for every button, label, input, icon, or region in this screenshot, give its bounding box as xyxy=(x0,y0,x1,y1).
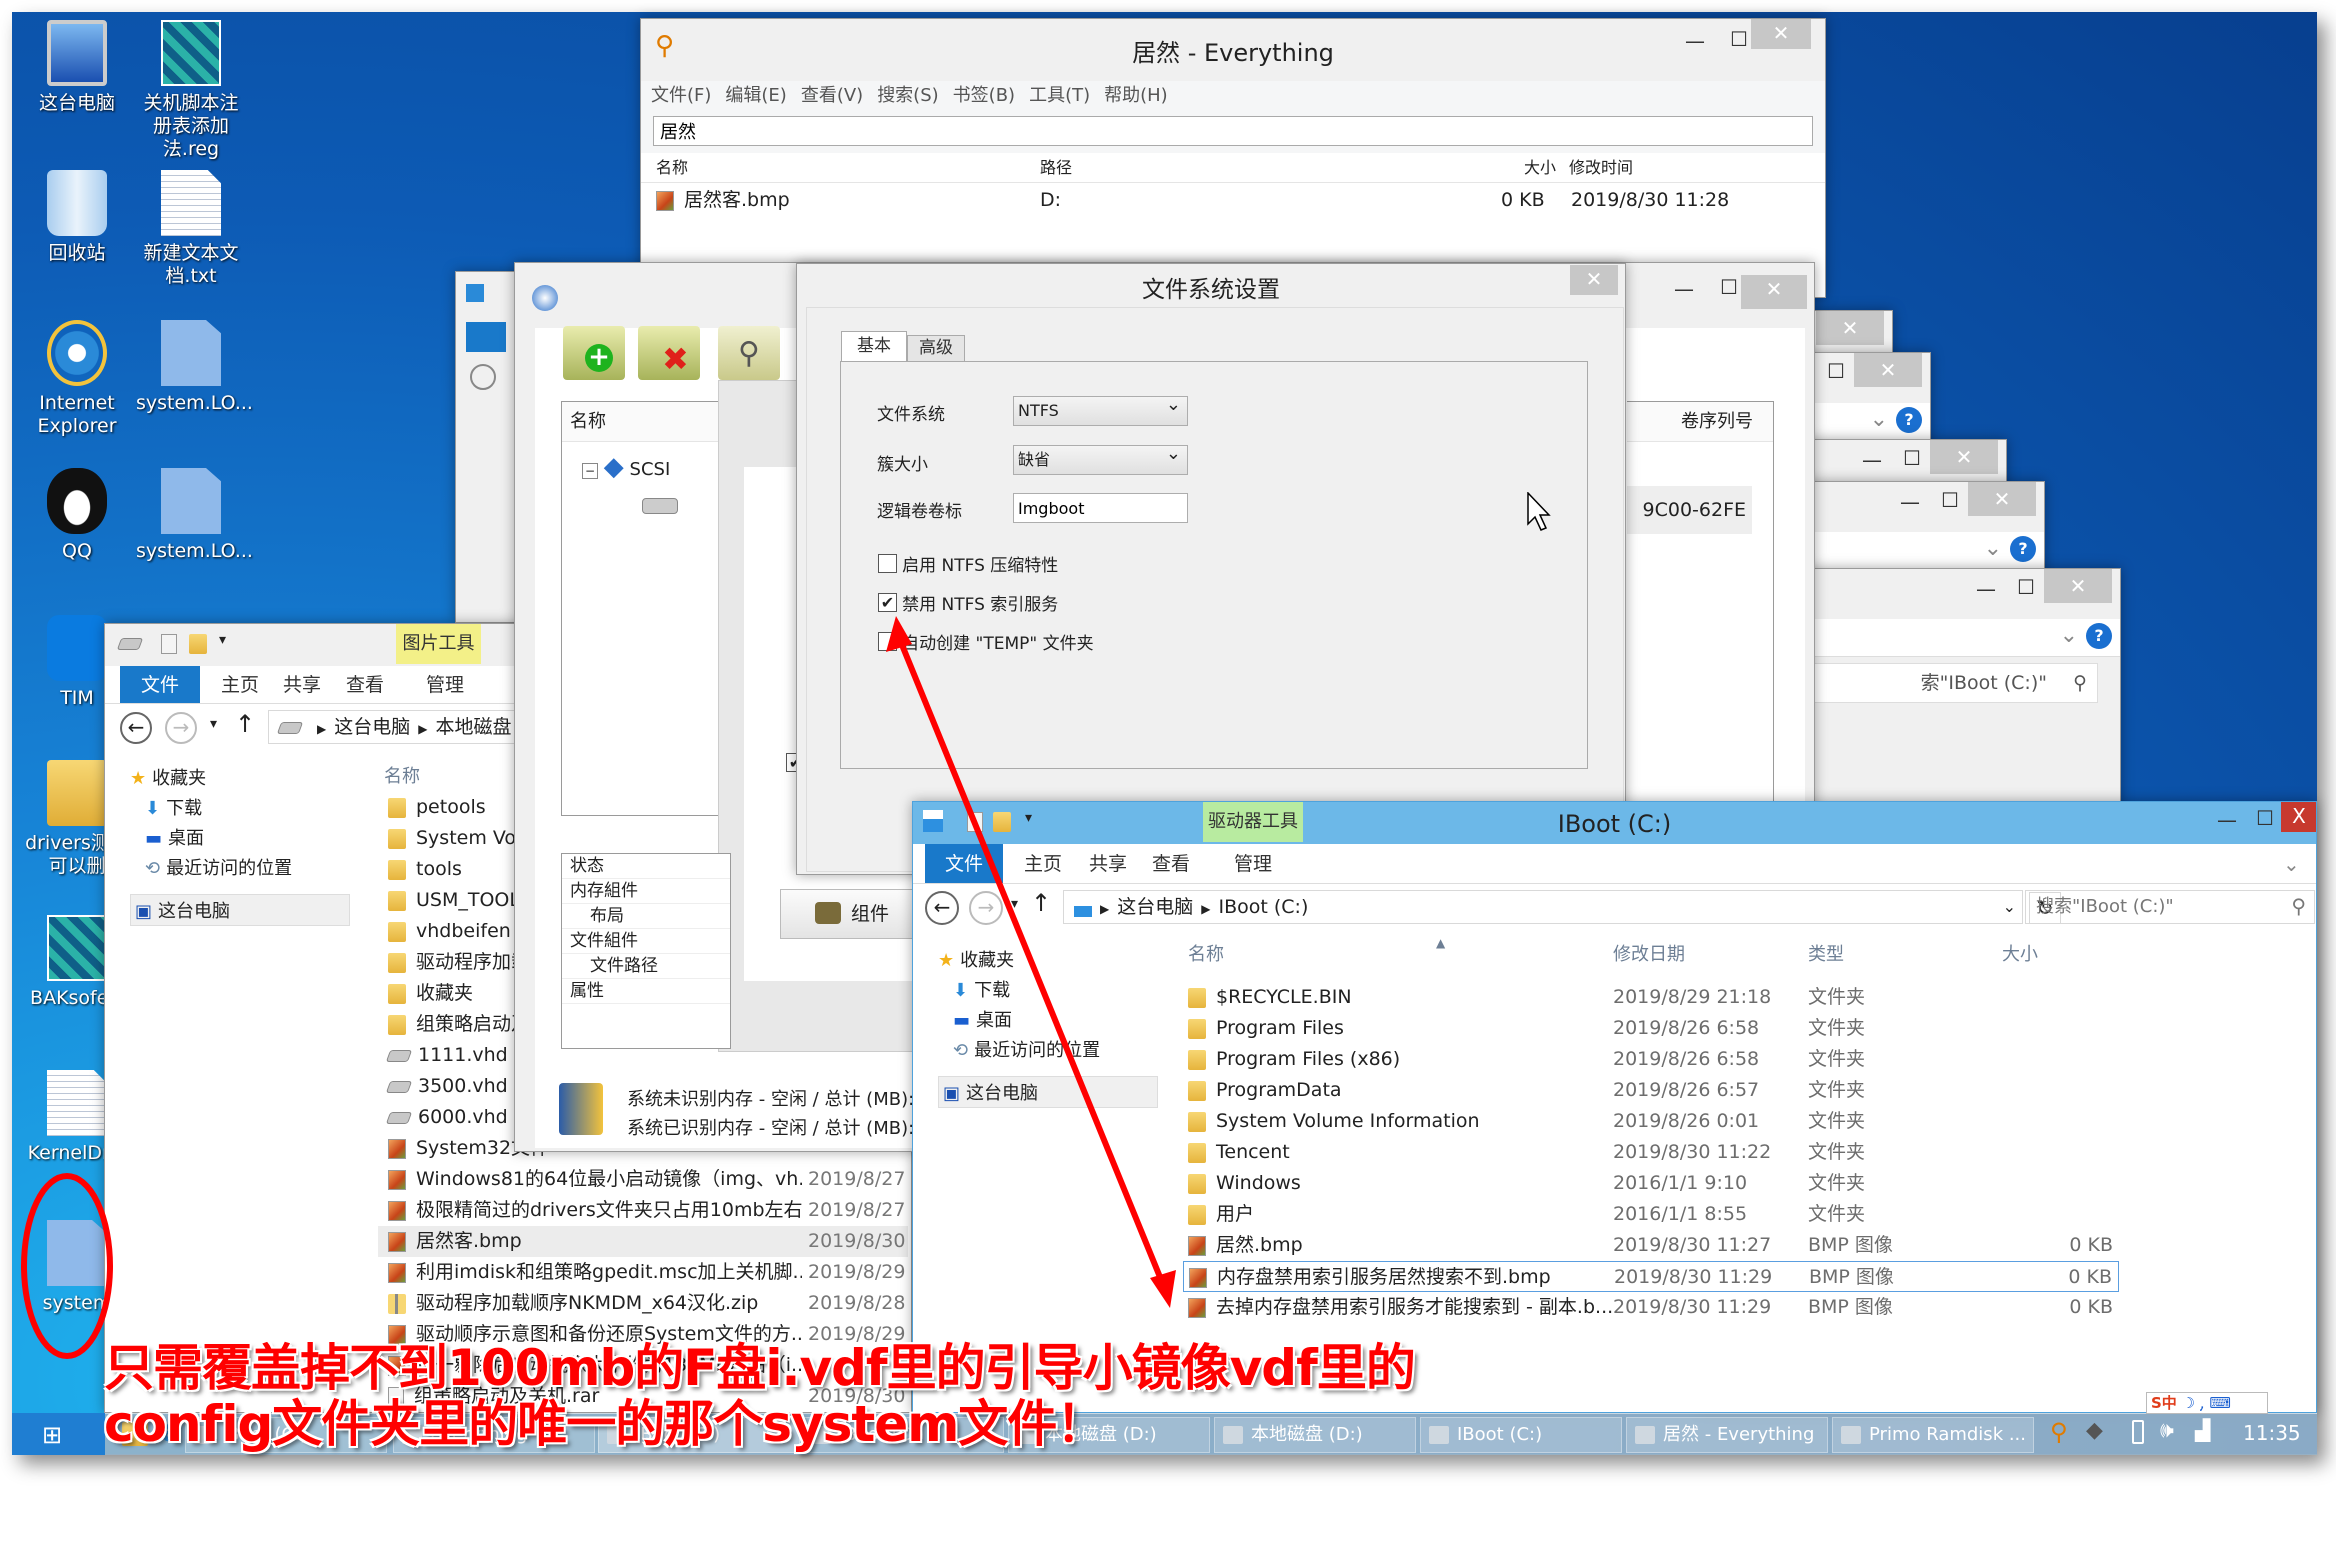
arrow-head-bottom xyxy=(1150,1270,1176,1308)
arrow-head-top xyxy=(886,616,912,652)
annotation-overlay xyxy=(21,616,1176,1359)
annotation-line-2: config文件夹里的唯一的那个system文件！ xyxy=(104,1395,1106,1453)
red-arrow-line xyxy=(897,638,1165,1284)
red-circle-annotation xyxy=(21,1173,113,1359)
